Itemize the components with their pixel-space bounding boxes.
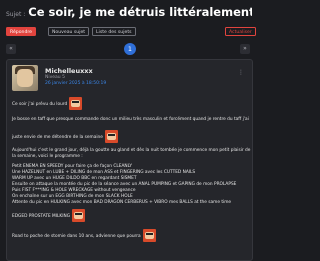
post-line: On enchaîne sur un EGG BIRTHING de mon S… bbox=[12, 194, 133, 199]
post-line: Ce soir j'ai prévu du lourd bbox=[12, 97, 83, 110]
topic-prefix: Sujet : bbox=[6, 11, 26, 18]
last-page-icon[interactable]: » bbox=[240, 44, 250, 54]
topic-title: Sujet : Ce soir, je me détruis littérale… bbox=[6, 5, 252, 23]
action-bar: Répondre Nouveau sujet Liste des sujets … bbox=[6, 27, 256, 37]
post: Michelleuxxx Niveau 5 26 janvier 2025 à … bbox=[6, 59, 253, 261]
emoji-sticker-icon bbox=[142, 229, 156, 242]
page-current[interactable]: 1 bbox=[124, 43, 136, 55]
post-line: EDGED PROSTATE MILKING bbox=[12, 209, 86, 222]
topic-title-text: Ce soir, je me détruis littéralement le … bbox=[28, 5, 252, 19]
topic-list-button[interactable]: Liste des sujets bbox=[92, 27, 136, 36]
first-page-icon[interactable]: « bbox=[6, 44, 16, 54]
post-line: Ensuite on attaque la montée du pic de l… bbox=[12, 182, 237, 187]
post-line: WARM UP avec un HUGE DILDO BBC en regard… bbox=[12, 176, 137, 181]
post-line: la semaine, voici le programme : bbox=[12, 154, 83, 159]
post-line: Puis FIST F***ING & HOLE WRECKAGE withou… bbox=[12, 188, 136, 193]
post-line: Je bosse en taff que presque commande do… bbox=[12, 117, 249, 122]
post-level: Niveau 5 bbox=[45, 75, 65, 80]
post-author[interactable]: Michelleuxxx bbox=[45, 67, 93, 75]
post-line: juste envie de me détendre de la semaine bbox=[12, 130, 118, 143]
reply-button[interactable]: Répondre bbox=[6, 27, 36, 36]
emoji-sticker-icon bbox=[69, 97, 83, 110]
emoji-sticker-icon bbox=[104, 130, 118, 143]
avatar[interactable] bbox=[12, 65, 38, 91]
post-line: Road to poche de stomie dans 10 ans, adv… bbox=[12, 229, 156, 242]
refresh-button[interactable]: Actualiser bbox=[225, 27, 256, 36]
post-line: Aujourd'hui c'est le grand jour, déjà la… bbox=[12, 148, 251, 153]
post-line: Une HAZELNUT en LUBE + DILING de mon ASS… bbox=[12, 170, 196, 175]
post-line: Attente du pic en HULKING avec mon BAD D… bbox=[12, 200, 232, 205]
more-options-icon[interactable]: ⋮ bbox=[238, 69, 244, 76]
post-date[interactable]: 26 janvier 2025 à 18:50:19 bbox=[45, 81, 106, 86]
new-topic-button[interactable]: Nouveau sujet bbox=[48, 27, 90, 36]
emoji-sticker-icon bbox=[72, 209, 86, 222]
post-line: Petit ENEMA EN SPEEDY pour faire ça de f… bbox=[12, 164, 133, 169]
pagination: « 1 » bbox=[6, 43, 250, 55]
